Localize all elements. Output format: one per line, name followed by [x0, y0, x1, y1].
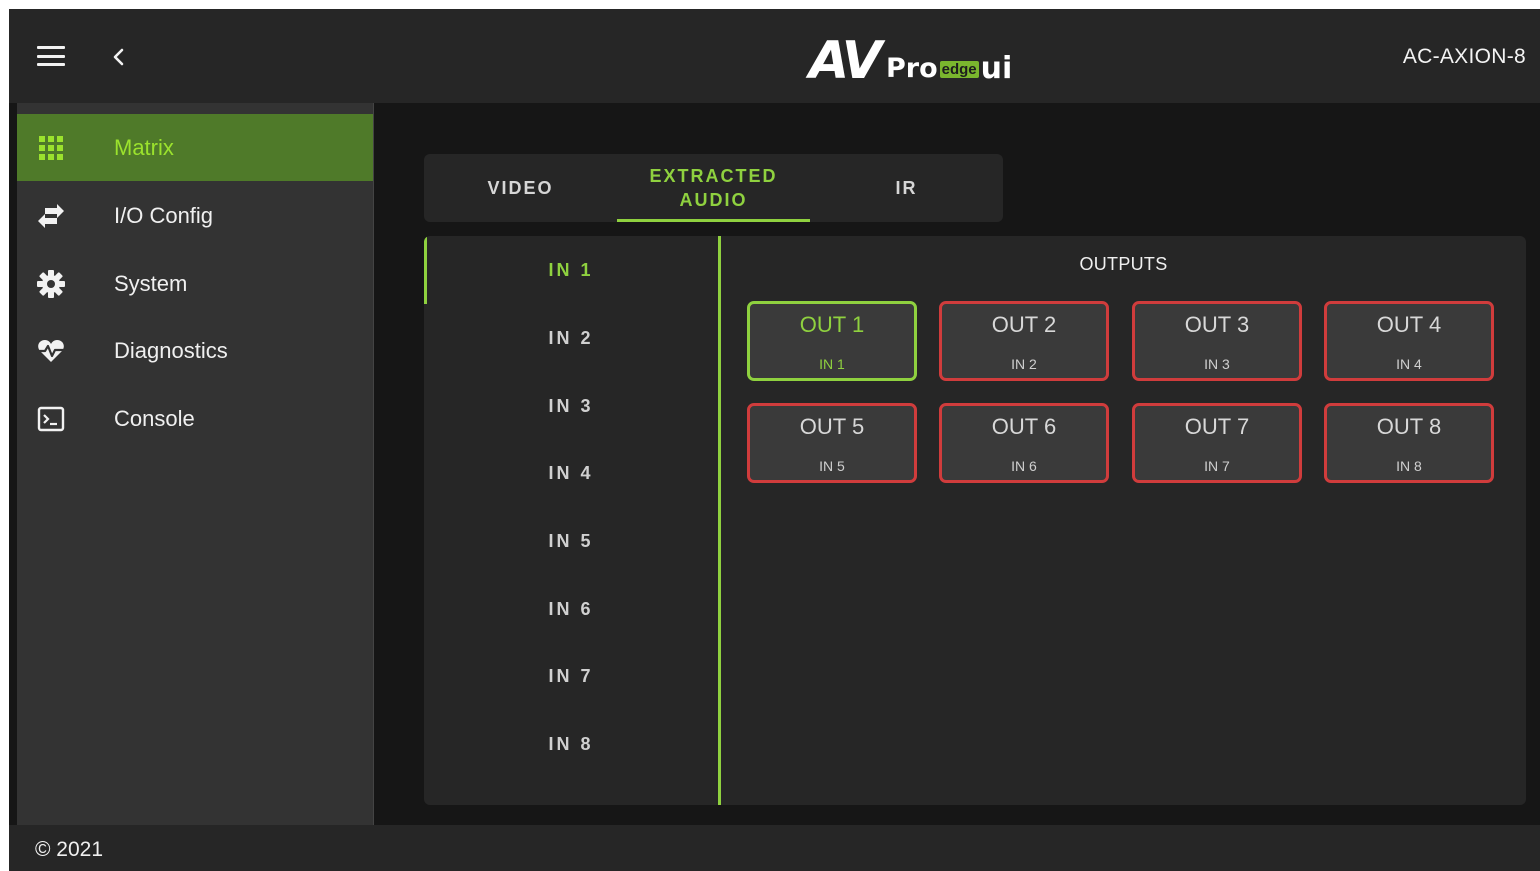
output-source: IN 2 — [1011, 356, 1037, 372]
output-source: IN 3 — [1204, 356, 1230, 372]
input-item-5[interactable]: IN 5 — [424, 507, 718, 575]
output-name: OUT 5 — [799, 414, 865, 439]
input-item-8[interactable]: IN 8 — [424, 710, 718, 778]
sidebar-item-matrix[interactable]: Matrix — [17, 114, 373, 181]
avpro-edge-logo: AV Pro edge ui — [809, 31, 1013, 91]
sidebar-item-diagnostics[interactable]: Diagnostics — [17, 317, 373, 384]
header-bar: AV Pro edge ui AC-AXION-8 — [9, 9, 1540, 103]
footer-bar: © 2021 — [9, 825, 1540, 871]
output-button-2[interactable]: OUT 2 IN 2 — [939, 301, 1109, 381]
matrix-panel: IN 1 IN 2 IN 3 IN 4 IN 5 IN 6 IN 7 IN 8 … — [424, 236, 1526, 805]
output-name: OUT 1 — [799, 312, 865, 337]
output-name: OUT 7 — [1184, 414, 1250, 439]
matrix-type-tabs: VIDEO EXTRACTED AUDIO IR — [424, 154, 1003, 222]
tab-ir[interactable]: IR — [810, 154, 1003, 222]
app-frame: AV Pro edge ui AC-AXION-8 Matrix I/O Con… — [9, 9, 1540, 871]
sidebar-item-system[interactable]: System — [17, 250, 373, 317]
gear-icon — [37, 270, 65, 298]
tab-video[interactable]: VIDEO — [424, 154, 617, 222]
output-button-3[interactable]: OUT 3 IN 3 — [1132, 301, 1302, 381]
output-name: OUT 4 — [1376, 312, 1442, 337]
output-name: OUT 6 — [991, 414, 1057, 439]
terminal-icon — [37, 406, 65, 432]
device-model-label: AC-AXION-8 — [1402, 45, 1526, 68]
output-source: IN 7 — [1204, 458, 1230, 474]
output-source: IN 8 — [1396, 458, 1422, 474]
input-item-7[interactable]: IN 7 — [424, 642, 718, 710]
output-source: IN 6 — [1011, 458, 1037, 474]
grid-icon — [39, 136, 63, 160]
output-name: OUT 3 — [1184, 312, 1250, 337]
output-button-8[interactable]: OUT 8 IN 8 — [1324, 403, 1494, 483]
output-button-5[interactable]: OUT 5 IN 5 — [747, 403, 917, 483]
output-button-6[interactable]: OUT 6 IN 6 — [939, 403, 1109, 483]
output-source: IN 4 — [1396, 356, 1422, 372]
sidebar-item-io-config[interactable]: I/O Config — [17, 182, 373, 249]
chevron-left-icon[interactable] — [107, 45, 131, 69]
column-divider — [718, 236, 721, 805]
sidebar-item-label: I/O Config — [114, 203, 214, 228]
input-item-3[interactable]: IN 3 — [424, 372, 718, 440]
outputs-heading: OUTPUTS — [1079, 254, 1168, 274]
output-source: IN 1 — [819, 356, 845, 372]
output-source: IN 5 — [819, 458, 845, 474]
sidebar-item-console[interactable]: Console — [17, 385, 373, 452]
swap-arrows-icon — [38, 204, 64, 228]
input-item-1[interactable]: IN 1 — [424, 236, 718, 304]
input-item-6[interactable]: IN 6 — [424, 575, 718, 643]
sidebar: Matrix I/O Config System Diagnostics Con… — [17, 103, 374, 825]
hamburger-menu-icon[interactable] — [37, 46, 65, 66]
sidebar-item-label: Matrix — [114, 135, 174, 160]
heartbeat-icon — [38, 340, 64, 362]
input-item-2[interactable]: IN 2 — [424, 304, 718, 372]
sidebar-item-label: Console — [114, 406, 195, 431]
tab-extracted-audio[interactable]: EXTRACTED AUDIO — [617, 154, 810, 222]
output-name: OUT 2 — [991, 312, 1057, 337]
output-button-1[interactable]: OUT 1 IN 1 — [747, 301, 917, 381]
output-button-4[interactable]: OUT 4 IN 4 — [1324, 301, 1494, 381]
input-list: IN 1 IN 2 IN 3 IN 4 IN 5 IN 6 IN 7 IN 8 — [424, 236, 718, 805]
sidebar-item-label: System — [114, 271, 188, 296]
output-name: OUT 8 — [1376, 414, 1442, 439]
copyright-text: © 2021 — [35, 838, 104, 861]
input-item-4[interactable]: IN 4 — [424, 439, 718, 507]
sidebar-item-label: Diagnostics — [114, 338, 228, 363]
output-button-7[interactable]: OUT 7 IN 7 — [1132, 403, 1302, 483]
